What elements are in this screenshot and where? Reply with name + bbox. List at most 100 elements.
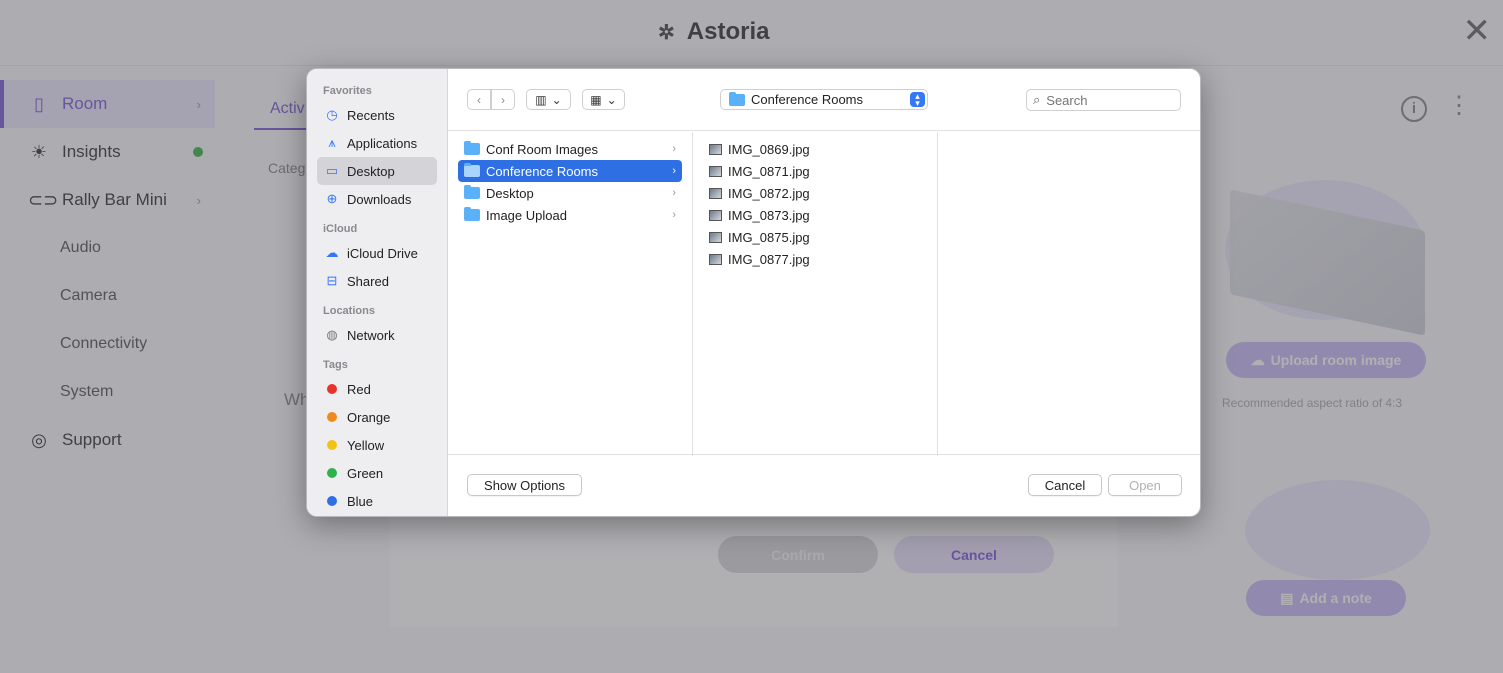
- file-row[interactable]: IMG_0872.jpg: [703, 182, 927, 204]
- show-options-button[interactable]: Show Options: [467, 474, 582, 496]
- chevron-right-icon: ›: [672, 165, 676, 177]
- folder-row[interactable]: Conf Room Images ›: [458, 138, 682, 160]
- folder-icon: [729, 91, 745, 106]
- sidebar-item-label: Shared: [347, 273, 389, 289]
- dialog-sidebar: Favorites ◷ Recents ⩚ Applications ▭ Des…: [307, 69, 448, 516]
- sidebar-item-label: Applications: [347, 135, 418, 151]
- chevron-right-icon: ›: [672, 187, 676, 199]
- tag-orange[interactable]: Orange: [317, 403, 437, 431]
- folder-column: Conf Room Images › Conference Rooms › De…: [448, 132, 693, 456]
- tag-dot-orange: [327, 412, 337, 422]
- sidebar-item-applications[interactable]: ⩚ Applications: [317, 129, 437, 157]
- folder-name: Desktop: [486, 185, 534, 201]
- folder-name: Conf Room Images: [486, 141, 598, 157]
- favorites-heading: Favorites: [323, 85, 372, 97]
- folder-icon: [464, 207, 480, 221]
- tag-label: Orange: [347, 409, 391, 425]
- forward-button[interactable]: ›: [491, 89, 515, 110]
- file-row[interactable]: IMG_0875.jpg: [703, 226, 927, 248]
- download-icon: ⊕: [326, 191, 338, 206]
- image-thumbnail-icon: [709, 187, 722, 199]
- tag-label: Blue: [347, 493, 374, 509]
- clock-icon: ◷: [326, 107, 338, 122]
- tags-heading: Tags: [323, 359, 348, 371]
- tag-label: Green: [347, 465, 384, 481]
- tag-dot-yellow: [327, 440, 337, 450]
- file-row[interactable]: IMG_0877.jpg: [703, 248, 927, 270]
- folder-row[interactable]: Desktop ›: [458, 182, 682, 204]
- chevron-right-icon: ›: [672, 143, 676, 155]
- sidebar-item-network[interactable]: ◍ Network: [317, 321, 437, 349]
- location-popup[interactable]: Conference Rooms ▴ ▾: [720, 89, 928, 110]
- file-name: IMG_0875.jpg: [728, 229, 810, 245]
- open-button[interactable]: Open: [1108, 474, 1182, 496]
- sidebar-item-label: Network: [347, 327, 395, 343]
- tag-yellow[interactable]: Yellow: [317, 431, 437, 459]
- locations-heading: Locations: [323, 305, 375, 317]
- chevron-left-icon: ‹: [477, 92, 481, 107]
- folder-icon: [464, 141, 480, 155]
- folder-name: Conference Rooms: [486, 163, 598, 179]
- grid-view-button[interactable]: ▦ ⌄: [582, 89, 625, 110]
- search-field[interactable]: ⌕: [1026, 89, 1181, 111]
- file-row[interactable]: IMG_0871.jpg: [703, 160, 927, 182]
- tag-blue[interactable]: Blue: [317, 487, 437, 515]
- file-name: IMG_0872.jpg: [728, 185, 810, 201]
- sidebar-item-icloud-drive[interactable]: ☁ iCloud Drive: [317, 239, 437, 267]
- file-open-dialog: Favorites ◷ Recents ⩚ Applications ▭ Des…: [306, 68, 1201, 517]
- tag-dot-red: [327, 384, 337, 394]
- dialog-main: ‹ › ▥ ⌄ ▦ ⌄ Conference Rooms ▴ ▾ ⌕ Searc…: [448, 69, 1200, 516]
- folder-row[interactable]: Image Upload ›: [458, 204, 682, 226]
- file-name: IMG_0873.jpg: [728, 207, 810, 223]
- image-thumbnail-icon: [709, 253, 722, 265]
- grid-icon: ▦: [590, 92, 602, 107]
- image-thumbnail-icon: [709, 209, 722, 221]
- tag-dot-green: [327, 468, 337, 478]
- sidebar-item-shared[interactable]: ⊟ Shared: [317, 267, 437, 295]
- tag-label: Yellow: [347, 437, 385, 453]
- file-row[interactable]: IMG_0873.jpg: [703, 204, 927, 226]
- sidebar-item-label: Downloads: [347, 191, 412, 207]
- tag-dot-blue: [327, 496, 337, 506]
- folder-name: Image Upload: [486, 207, 567, 223]
- sidebar-item-label: Desktop: [347, 163, 395, 179]
- file-column: IMG_0869.jpg IMG_0871.jpg IMG_0872.jpg I…: [693, 132, 938, 456]
- image-thumbnail-icon: [709, 231, 722, 243]
- tag-red[interactable]: Red: [317, 375, 437, 403]
- search-input[interactable]: [1046, 92, 1165, 108]
- file-name: IMG_0869.jpg: [728, 141, 810, 157]
- applications-icon: ⩚: [328, 135, 336, 150]
- search-icon: ⌕: [1033, 92, 1041, 107]
- icloud-heading: iCloud: [323, 223, 358, 235]
- shared-folder-icon: ⊟: [326, 273, 338, 288]
- chevron-down-icon: ⌄: [606, 92, 617, 107]
- dialog-toolbar: ‹ › ▥ ⌄ ▦ ⌄ Conference Rooms ▴ ▾ ⌕: [448, 69, 1200, 131]
- dialog-footer: Show Options Cancel Open: [448, 454, 1200, 516]
- folder-row[interactable]: Conference Rooms ›: [458, 160, 682, 182]
- folder-icon: [464, 163, 480, 177]
- file-name: IMG_0877.jpg: [728, 251, 810, 267]
- image-thumbnail-icon: [709, 143, 722, 155]
- sidebar-item-label: Recents: [347, 107, 395, 123]
- cloud-icon: ☁: [325, 245, 339, 260]
- globe-icon: ◍: [326, 327, 338, 342]
- chevron-right-icon: ›: [672, 209, 676, 221]
- preview-column: [938, 132, 1200, 456]
- sidebar-item-recents[interactable]: ◷ Recents: [317, 101, 437, 129]
- sidebar-item-downloads[interactable]: ⊕ Downloads: [317, 185, 437, 213]
- file-name: IMG_0871.jpg: [728, 163, 810, 179]
- folder-icon: [464, 185, 480, 199]
- chevron-right-icon: ›: [501, 92, 505, 107]
- file-row[interactable]: IMG_0869.jpg: [703, 138, 927, 160]
- location-label: Conference Rooms: [751, 92, 863, 107]
- tag-green[interactable]: Green: [317, 459, 437, 487]
- sidebar-item-label: iCloud Drive: [347, 245, 418, 261]
- back-button[interactable]: ‹: [467, 89, 491, 110]
- sidebar-item-desktop[interactable]: ▭ Desktop: [317, 157, 437, 185]
- columns-icon: ▥: [535, 92, 547, 107]
- updown-stepper-icon: ▴ ▾: [910, 92, 925, 108]
- chevron-down-icon: ⌄: [551, 92, 562, 107]
- cancel-button[interactable]: Cancel: [1028, 474, 1102, 496]
- tag-label: Red: [347, 381, 371, 397]
- column-view-button[interactable]: ▥ ⌄: [526, 89, 571, 110]
